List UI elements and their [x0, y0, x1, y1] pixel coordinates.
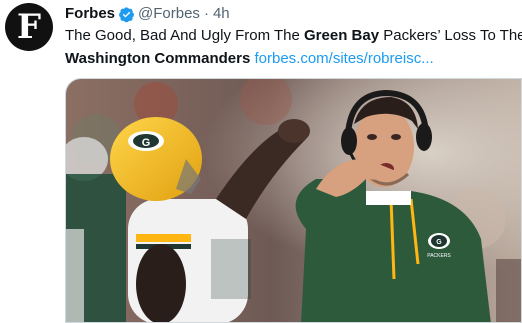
verified-badge-icon — [119, 6, 134, 22]
coach-photo: G G PACKERS — [66, 79, 521, 322]
hoodie-badge-text: PACKERS — [427, 253, 451, 259]
tweet-text: The Good, Bad And Ugly From The Green Ba… — [65, 25, 522, 47]
timestamp[interactable]: 4h — [213, 4, 230, 24]
hoodie-badge-logo: G — [436, 239, 442, 246]
tweet-media-photo[interactable]: G G PACKERS — [65, 78, 522, 323]
tweet-text-bold: Washington Commanders — [65, 50, 251, 67]
avatar[interactable]: F — [5, 3, 53, 51]
author-handle[interactable]: @Forbes — [138, 4, 200, 24]
separator-dot: · — [203, 5, 209, 22]
tweet-text-line2: Washington Commanders forbes.com/sites/r… — [65, 48, 522, 70]
tweet-header: Forbes @Forbes · 4h — [65, 4, 522, 24]
helmet-logo: G — [142, 137, 151, 149]
tweet-text-bold: Green Bay — [304, 27, 380, 44]
tweet-text-part: Packers’ Loss To The — [379, 27, 522, 44]
tweet[interactable]: F Forbes @Forbes · 4h The Good, Bad And … — [0, 0, 522, 323]
tweet-text-part: The Good, Bad And Ugly From The — [65, 27, 305, 44]
article-link[interactable]: forbes.com/sites/robreisc... — [254, 50, 433, 67]
tweet-content: Forbes @Forbes · 4h The Good, Bad And Ug… — [65, 4, 522, 70]
avatar-letter: F — [16, 7, 42, 47]
author-name[interactable]: Forbes — [65, 4, 115, 24]
